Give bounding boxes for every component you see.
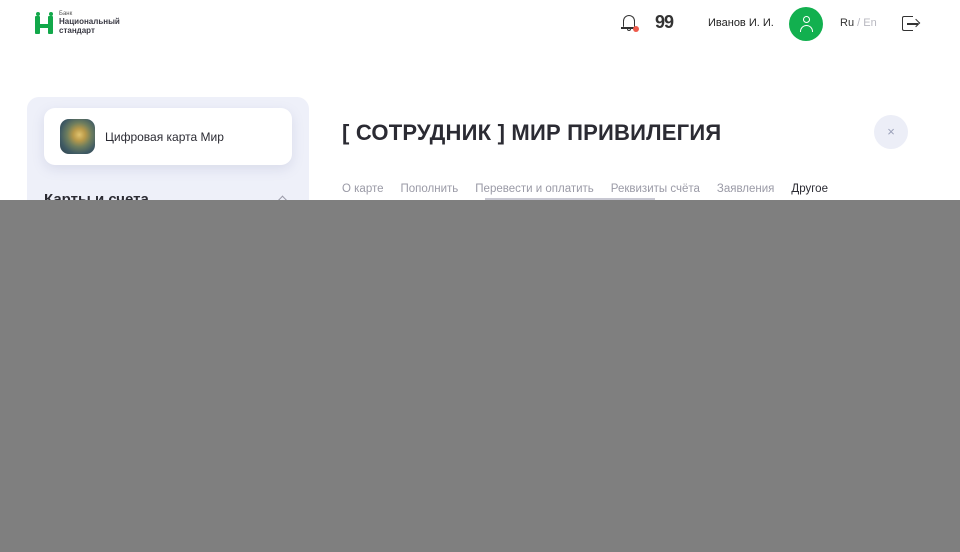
lang-separator: / bbox=[857, 17, 861, 29]
logo-mark-icon bbox=[35, 12, 53, 34]
tab-other[interactable]: Другое bbox=[791, 183, 828, 195]
logout-icon[interactable] bbox=[902, 15, 921, 33]
card-thumbnail bbox=[60, 119, 95, 154]
header: Банк Национальный стандарт 99 Иванов И. … bbox=[0, 0, 960, 48]
quote-icon[interactable]: 99 bbox=[655, 12, 674, 32]
logo-text: Банк Национальный стандарт bbox=[59, 11, 120, 35]
tab-top-up[interactable]: Пополнить bbox=[401, 183, 459, 195]
tab-transfer-pay[interactable]: Перевести и оплатить bbox=[475, 183, 594, 195]
lang-ru[interactable]: Ru bbox=[840, 17, 854, 29]
tab-about[interactable]: О карте bbox=[342, 183, 384, 195]
card-title: Цифровая карта Мир bbox=[105, 130, 224, 144]
modal-overlay[interactable] bbox=[0, 200, 960, 552]
card-tile[interactable]: Цифровая карта Мир bbox=[44, 108, 292, 165]
logo-line-2: стандарт bbox=[59, 26, 95, 35]
notification-dot bbox=[633, 26, 639, 32]
user-icon bbox=[803, 16, 810, 23]
lang-en[interactable]: En bbox=[863, 17, 876, 29]
user-name[interactable]: Иванов И. И. bbox=[708, 17, 774, 29]
close-button[interactable]: × bbox=[874, 115, 908, 149]
language-switcher: Ru / En bbox=[840, 17, 877, 29]
page-title: [ СОТРУДНИК ] МИР ПРИВИЛЕГИЯ bbox=[342, 120, 722, 145]
bank-logo[interactable]: Банк Национальный стандарт bbox=[35, 11, 120, 35]
logo-line-1: Национальный bbox=[59, 17, 120, 26]
avatar[interactable] bbox=[789, 7, 823, 41]
tab-bar: О карте Пополнить Перевести и оплатить Р… bbox=[342, 183, 845, 195]
bell-icon[interactable] bbox=[620, 14, 639, 32]
tab-applications[interactable]: Заявления bbox=[717, 183, 775, 195]
tab-requisites[interactable]: Реквизиты счёта bbox=[611, 183, 700, 195]
